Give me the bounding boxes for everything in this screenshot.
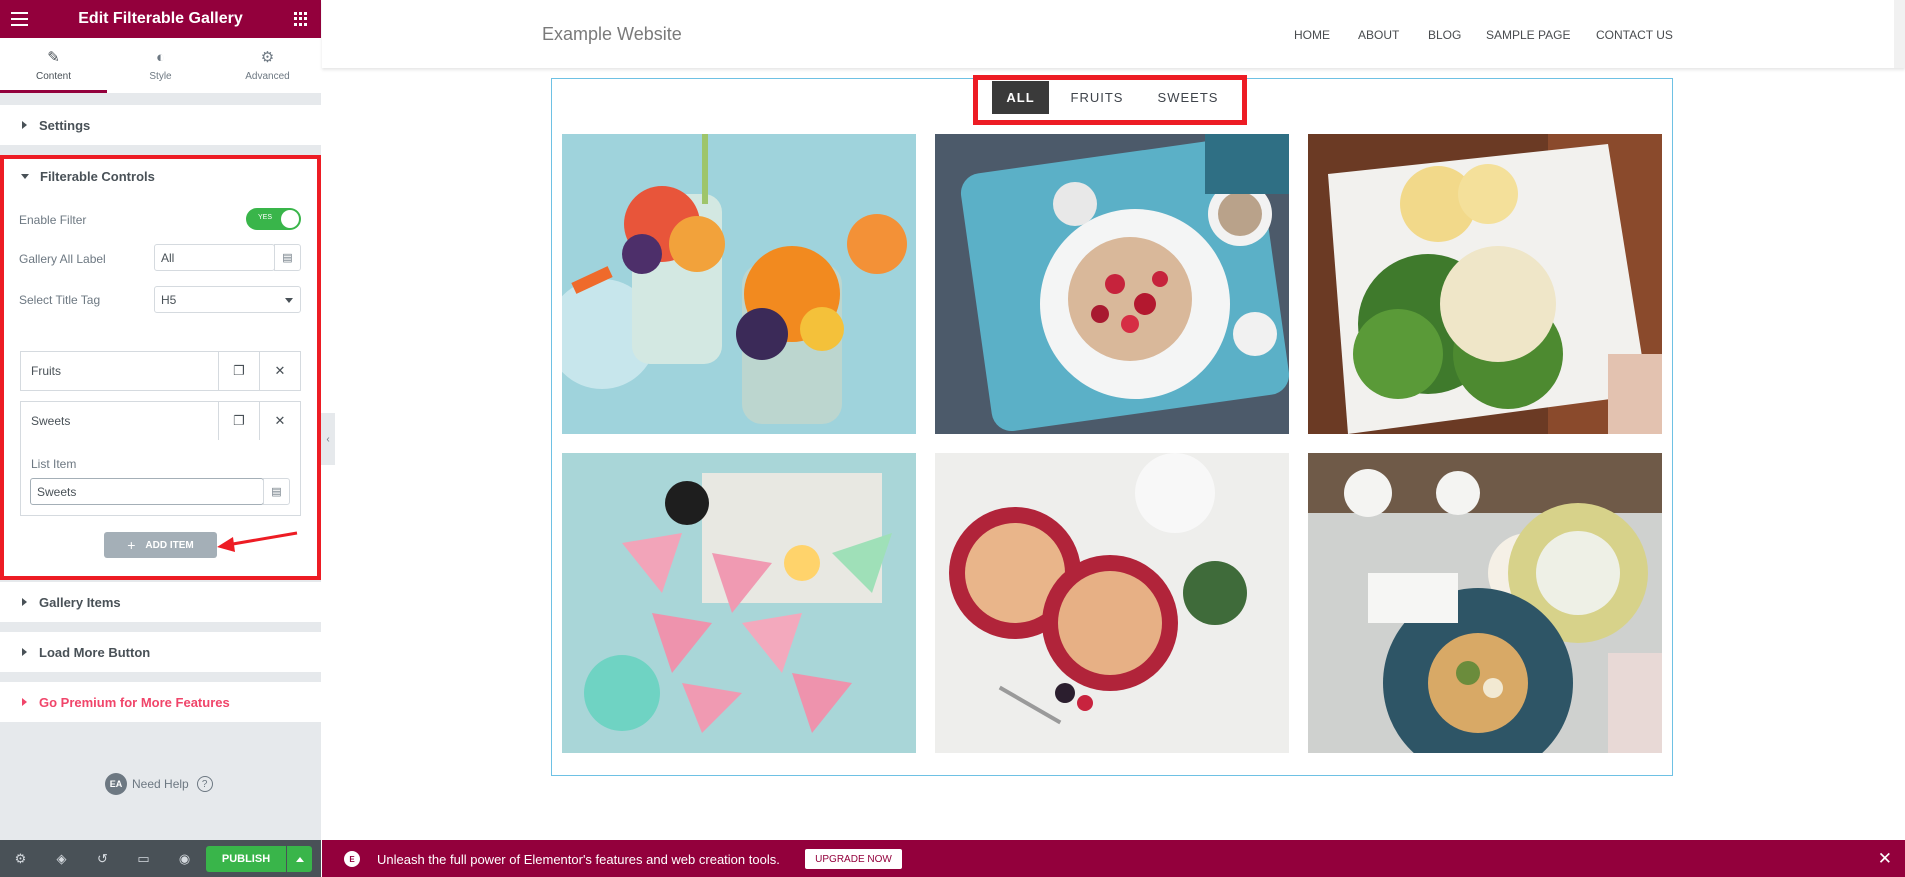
toggle-knob bbox=[281, 210, 299, 228]
repeater-item[interactable]: Fruits ❐ ✕ bbox=[20, 351, 301, 391]
enable-filter-toggle[interactable]: YES bbox=[246, 208, 301, 230]
section-label: Gallery Items bbox=[39, 594, 121, 610]
section-go-premium[interactable]: Go Premium for More Features bbox=[0, 682, 321, 722]
gallery-item-pancakes[interactable] bbox=[935, 134, 1289, 434]
nav-contact-us[interactable]: CONTACT US bbox=[1596, 28, 1673, 42]
pencil-icon: ✎ bbox=[47, 48, 60, 66]
close-icon[interactable]: ✕ bbox=[259, 352, 300, 390]
section-label: Load More Button bbox=[39, 644, 151, 660]
select-value: H5 bbox=[161, 292, 177, 307]
section-label: Go Premium for More Features bbox=[39, 694, 230, 710]
publish-button[interactable]: PUBLISH bbox=[206, 846, 286, 872]
nav-sample-page[interactable]: SAMPLE PAGE bbox=[1486, 28, 1570, 42]
annotation-arrow-icon bbox=[217, 531, 298, 552]
section-label: Filterable Controls bbox=[40, 169, 155, 184]
need-help-link[interactable]: EA Need Help ? bbox=[105, 773, 213, 795]
add-item-button[interactable]: + ADD ITEM bbox=[104, 532, 217, 558]
list-item-input[interactable]: Sweets bbox=[30, 478, 264, 505]
ea-logo-icon: EA bbox=[105, 773, 127, 795]
filter-sweets[interactable]: SWEETS bbox=[1146, 81, 1230, 114]
promo-message: Unleash the full power of Elementor's fe… bbox=[377, 852, 780, 867]
repeater-item-title: Sweets bbox=[31, 414, 71, 428]
nav-home[interactable]: HOME bbox=[1294, 28, 1330, 42]
gallery-item-plates[interactable] bbox=[1308, 453, 1662, 753]
list-item-label: List Item bbox=[31, 457, 77, 471]
sprinkle-cake-photo bbox=[562, 453, 916, 753]
filter-fruits[interactable]: FRUITS bbox=[1060, 81, 1134, 114]
repeater-item-title: Fruits bbox=[31, 364, 61, 378]
settings-icon[interactable]: ⚙ bbox=[0, 851, 41, 867]
history-icon[interactable]: ↺ bbox=[82, 851, 123, 867]
panel-footer: ⚙ ◈ ↺ ▭ ◉ PUBLISH bbox=[0, 840, 321, 877]
plus-icon: + bbox=[127, 537, 136, 553]
section-filterable-controls[interactable]: Filterable Controls bbox=[21, 169, 155, 184]
menu-icon[interactable] bbox=[11, 12, 28, 26]
editor-sidebar: Edit Filterable Gallery ✎ Content ◐ Styl… bbox=[0, 0, 321, 877]
site-title[interactable]: Example Website bbox=[542, 24, 682, 45]
caret-right-icon bbox=[22, 598, 27, 606]
enable-filter-label: Enable Filter bbox=[19, 213, 87, 227]
close-icon[interactable]: ✕ bbox=[1878, 849, 1892, 869]
elementor-logo-icon: E bbox=[344, 851, 360, 867]
duplicate-icon[interactable]: ❐ bbox=[218, 352, 259, 390]
cherry-pie-photo bbox=[935, 453, 1289, 753]
tab-style[interactable]: ◐ Style bbox=[107, 38, 214, 93]
upgrade-now-button[interactable]: UPGRADE NOW bbox=[805, 849, 902, 869]
collapse-panel-icon[interactable]: ‹ bbox=[321, 413, 335, 465]
gallery-item-salad[interactable] bbox=[1308, 134, 1662, 434]
nav-blog[interactable]: BLOG bbox=[1428, 28, 1461, 42]
section-load-more[interactable]: Load More Button bbox=[0, 632, 321, 672]
widgets-grid-icon[interactable] bbox=[294, 12, 308, 26]
gallery-item-smoothie[interactable] bbox=[562, 134, 916, 434]
gallery-item-pies[interactable] bbox=[935, 453, 1289, 753]
open-sandwich-photo bbox=[1308, 453, 1662, 753]
salad-bun-photo bbox=[1308, 134, 1662, 434]
caret-right-icon bbox=[22, 121, 27, 129]
close-icon[interactable]: ✕ bbox=[259, 402, 300, 440]
gallery-all-input[interactable]: All bbox=[154, 244, 275, 271]
layers-icon[interactable]: ◈ bbox=[41, 851, 82, 867]
caret-right-icon bbox=[22, 648, 27, 656]
promo-bar: E Unleash the full power of Elementor's … bbox=[322, 840, 1905, 877]
caret-right-icon bbox=[22, 698, 27, 706]
caret-down-icon bbox=[21, 174, 29, 179]
smoothie-photo bbox=[562, 134, 916, 434]
gallery-item-sprinkles[interactable] bbox=[562, 453, 916, 753]
panel-header: Edit Filterable Gallery bbox=[0, 0, 321, 38]
panel-title: Edit Filterable Gallery bbox=[78, 10, 243, 27]
section-label: Settings bbox=[39, 117, 91, 133]
tab-advanced[interactable]: ⚙ Advanced bbox=[214, 38, 321, 93]
contrast-icon: ◐ bbox=[155, 48, 166, 66]
need-help-label: Need Help bbox=[132, 777, 189, 791]
nav-about[interactable]: ABOUT bbox=[1358, 28, 1399, 42]
pancake-tray-photo bbox=[935, 134, 1289, 434]
preview-eye-icon[interactable]: ◉ bbox=[164, 851, 205, 867]
tab-content[interactable]: ✎ Content bbox=[0, 38, 107, 93]
filter-all[interactable]: ALL bbox=[992, 81, 1049, 114]
toggle-text: YES bbox=[258, 214, 273, 221]
tab-label: Style bbox=[149, 70, 172, 82]
chevron-down-icon bbox=[285, 298, 293, 303]
gallery-all-label: Gallery All Label bbox=[19, 252, 106, 266]
add-item-label: ADD ITEM bbox=[145, 539, 194, 551]
site-header: Example Website HOME ABOUT BLOG SAMPLE P… bbox=[322, 0, 1905, 68]
title-tag-select[interactable]: H5 bbox=[154, 286, 301, 313]
tab-label: Content bbox=[35, 70, 72, 82]
dynamic-tags-icon[interactable]: ▤ bbox=[263, 478, 290, 505]
responsive-icon[interactable]: ▭ bbox=[123, 851, 164, 867]
section-settings[interactable]: Settings bbox=[0, 105, 321, 145]
title-tag-label: Select Title Tag bbox=[19, 293, 101, 307]
scrollbar[interactable] bbox=[1894, 0, 1905, 68]
tab-label: Advanced bbox=[245, 70, 290, 82]
duplicate-icon[interactable]: ❐ bbox=[218, 402, 259, 440]
publish-options-icon[interactable] bbox=[287, 846, 312, 872]
repeater-item[interactable]: Sweets ❐ ✕ bbox=[20, 401, 301, 441]
question-icon: ? bbox=[196, 776, 213, 792]
section-gallery-items[interactable]: Gallery Items bbox=[0, 582, 321, 622]
panel-tabs: ✎ Content ◐ Style ⚙ Advanced bbox=[0, 38, 321, 94]
gear-icon: ⚙ bbox=[260, 48, 275, 66]
dynamic-tags-icon[interactable]: ▤ bbox=[274, 244, 301, 271]
